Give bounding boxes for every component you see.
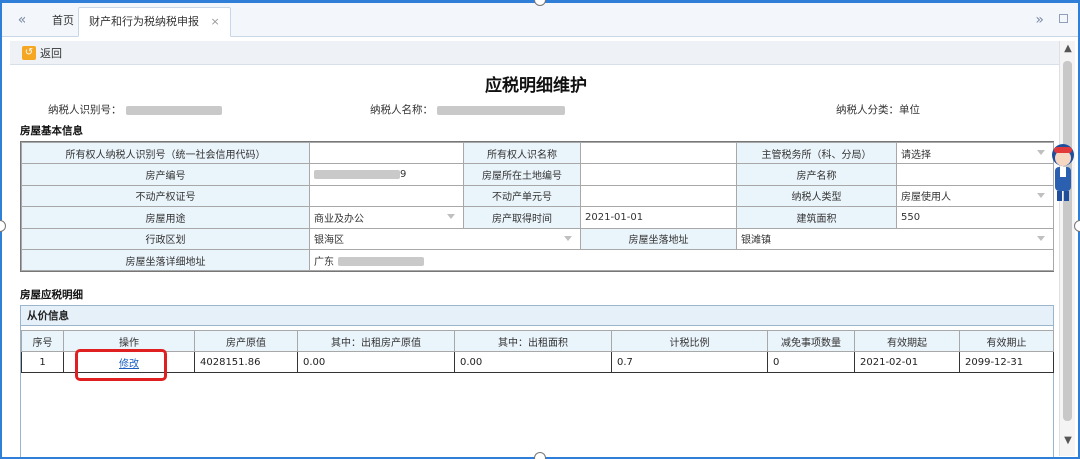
tab-bar: « 首页 财产和行为税纳税申报 × » (2, 3, 1078, 37)
owner-id-label: 所有权人纳税人识别号（统一社会信用代码） (21, 141, 310, 165)
main-content: 应税明细维护 纳税人识别号： 纳税人名称： 纳税人分类：单位 房屋基本信息 所有… (10, 65, 1062, 457)
usage-label: 房屋用途 (21, 206, 310, 229)
district-value: 银海区 (314, 235, 344, 247)
col-header: 减免事项数量 (767, 330, 855, 352)
usage-value: 商业及办公 (314, 213, 364, 225)
taxpayer-id: 纳税人识别号： (48, 102, 222, 117)
tab-label: 财产和行为税纳税申报 (89, 15, 199, 28)
col-header: 有效期起 (854, 330, 960, 352)
property-name-input[interactable] (896, 163, 1054, 186)
chevron-down-icon (1037, 150, 1045, 155)
location-label: 房屋坐落地址 (580, 227, 737, 250)
unit-no-input[interactable] (580, 184, 737, 208)
redacted-value (314, 169, 400, 179)
scrollbar-thumb[interactable] (1063, 61, 1072, 421)
tab-close-icon[interactable]: × (211, 8, 220, 36)
col-header: 其中：出租面积 (454, 330, 612, 352)
tax-detail-table: 序号 操作 房产原值 其中：出租房产原值 其中：出租面积 计税比例 减免事项数量… (21, 330, 1054, 373)
taxpayer-category-label: 纳税人分类： (836, 104, 899, 116)
tab-scroll-left-icon[interactable]: « (10, 10, 34, 30)
property-no-input[interactable]: 9 (309, 163, 464, 186)
property-no-label: 房产编号 (21, 163, 310, 186)
owner-name-input[interactable] (580, 141, 737, 165)
chevron-down-icon (447, 214, 455, 220)
row-no: 1 (21, 351, 64, 373)
taxpayer-type-label: 纳税人类型 (736, 184, 897, 208)
col-header: 其中：出租房产原值 (297, 330, 455, 352)
chevron-down-icon (564, 235, 572, 241)
taxpayer-id-label: 纳税人识别号： (48, 104, 122, 116)
table-header: 序号 操作 房产原值 其中：出租房产原值 其中：出租面积 计税比例 减免事项数量… (21, 330, 1054, 352)
tax-detail-section-title: 房屋应税明细 (20, 289, 83, 301)
detail-address-label: 房屋坐落详细地址 (21, 248, 310, 272)
row-rented-value: 0.00 (297, 351, 455, 373)
cert-no-input[interactable] (309, 184, 464, 208)
taxpayer-type-select[interactable]: 房屋使用人 (896, 184, 1054, 208)
ad-valorem-panel: 从价信息 序号 操作 房产原值 其中：出租房产原值 其中：出租面积 计税比例 减… (20, 305, 1054, 457)
row-original-value: 4028151.86 (194, 351, 298, 373)
app-window: « 首页 财产和行为税纳税申报 × » ↺ 返回 应税明细维护 纳税人识别号： … (0, 0, 1080, 459)
taxpayer-category: 纳税人分类：单位 (836, 102, 920, 117)
resize-handle[interactable] (1074, 220, 1080, 232)
area-input[interactable]: 550 (896, 206, 1054, 229)
back-button[interactable]: ↺ 返回 (22, 44, 62, 62)
area-label: 建筑面积 (736, 206, 897, 229)
maximize-icon[interactable] (1059, 14, 1068, 23)
owner-name-label: 所有权人识名称 (463, 141, 581, 165)
row-rented-area: 0.00 (454, 351, 612, 373)
col-header: 计税比例 (611, 330, 768, 352)
cert-no-label: 不动产权证号 (21, 184, 310, 208)
tax-office-value: 请选择 (901, 149, 931, 161)
scroll-up-icon[interactable]: ▲ (1060, 43, 1076, 54)
col-header: 房产原值 (194, 330, 298, 352)
unit-no-label: 不动产单元号 (463, 184, 581, 208)
toolbar: ↺ 返回 (10, 41, 1062, 65)
district-label: 行政区划 (21, 227, 310, 250)
land-no-input[interactable] (580, 163, 737, 186)
back-button-label: 返回 (40, 47, 62, 60)
scroll-down-icon[interactable]: ▼ (1060, 435, 1076, 446)
col-header: 有效期止 (959, 330, 1054, 352)
chevron-down-icon (1037, 235, 1045, 241)
usage-select[interactable]: 商业及办公 (309, 206, 464, 229)
taxpayer-name-label: 纳税人名称： (370, 104, 433, 116)
col-header: 序号 (21, 330, 64, 352)
tax-office-label: 主管税务所（科、分局） (736, 141, 897, 165)
page-title: 应税明细维护 (485, 76, 587, 96)
detail-address-value: 广东 (314, 256, 334, 268)
acquire-time-label: 房产取得时间 (463, 206, 581, 229)
owner-id-input[interactable] (309, 141, 464, 165)
assistant-avatar-icon[interactable] (1048, 141, 1078, 205)
land-no-label: 房屋所在土地编号 (463, 163, 581, 186)
row-tax-ratio: 0.7 (611, 351, 768, 373)
taxpayer-name: 纳税人名称： (370, 102, 565, 117)
property-no-value: 9 (400, 169, 407, 181)
table-row: 1 修改 4028151.86 0.00 0.00 0.7 0 2021-02-… (21, 351, 1054, 373)
location-select[interactable]: 银滩镇 (736, 227, 1054, 250)
house-basic-form: 所有权人纳税人识别号（统一社会信用代码） 所有权人识名称 主管税务所（科、分局）… (20, 141, 1054, 273)
tab-property-tax-declaration[interactable]: 财产和行为税纳税申报 × (78, 7, 231, 37)
resize-handle[interactable] (534, 452, 546, 459)
row-relief-count: 0 (767, 351, 855, 373)
redacted-value (125, 105, 222, 115)
redacted-value (437, 105, 565, 115)
district-select[interactable]: 银海区 (309, 227, 581, 250)
ad-valorem-panel-title: 从价信息 (21, 306, 1053, 326)
vertical-scrollbar[interactable]: ▲ ▼ (1059, 41, 1075, 456)
detail-address-input[interactable]: 广东 (309, 248, 1054, 272)
redacted-value (338, 257, 424, 267)
row-valid-from: 2021-02-01 (854, 351, 960, 373)
acquire-time-input[interactable]: 2021-01-01 (580, 206, 737, 229)
tax-office-select[interactable]: 请选择 (896, 141, 1054, 165)
tab-scroll-right-icon[interactable]: » (1035, 10, 1044, 30)
location-value: 银滩镇 (741, 235, 771, 247)
chevron-down-icon (1037, 192, 1045, 198)
highlight-box (75, 349, 167, 381)
taxpayer-category-value: 单位 (899, 104, 920, 116)
house-basic-section-title: 房屋基本信息 (20, 125, 83, 137)
taxpayer-type-value: 房屋使用人 (901, 192, 951, 204)
return-icon: ↺ (22, 46, 36, 60)
row-valid-to: 2099-12-31 (959, 351, 1054, 373)
property-name-label: 房产名称 (736, 163, 897, 186)
